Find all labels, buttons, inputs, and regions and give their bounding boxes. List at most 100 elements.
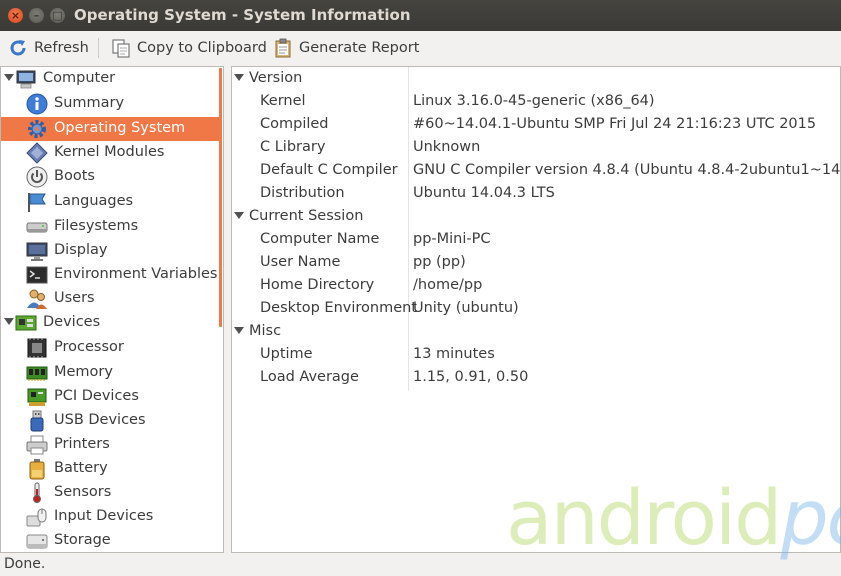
sidebar-item-boots[interactable]: Boots: [1, 165, 219, 189]
info-value: 13 minutes: [413, 346, 495, 362]
info-row[interactable]: C Library Unknown: [232, 136, 840, 159]
minimize-icon: –: [33, 9, 40, 22]
sidebar-group-label: Computer: [43, 70, 116, 86]
sidebar-item-label: Printers: [54, 436, 110, 452]
sidebar-item-storage[interactable]: Storage: [1, 529, 219, 552]
info-value: pp (pp): [413, 254, 466, 270]
sidebar-item-label: Sensors: [54, 484, 112, 500]
expander-icon[interactable]: [4, 74, 14, 81]
refresh-icon: [8, 38, 28, 58]
info-row[interactable]: Distribution Ubuntu 14.04.3 LTS: [232, 182, 840, 205]
info-row[interactable]: User Name pp (pp): [232, 251, 840, 274]
info-key: Compiled: [260, 116, 329, 132]
info-row[interactable]: Home Directory /home/pp: [232, 274, 840, 297]
minimize-window-button[interactable]: –: [29, 8, 44, 23]
drive-icon: [26, 216, 48, 238]
sidebar-item-processor[interactable]: Processor: [1, 336, 219, 360]
sidebar-item-kernel-modules[interactable]: Kernel Modules: [1, 141, 219, 165]
sidebar-item-users[interactable]: Users: [1, 287, 219, 311]
info-key: User Name: [260, 254, 341, 270]
sidebar-item-filesystems[interactable]: Filesystems: [1, 215, 219, 239]
printer-icon: [26, 434, 48, 456]
window-title: Operating System - System Information: [74, 6, 411, 24]
sidebar-item-label: Summary: [54, 95, 125, 111]
info-value: Unknown: [413, 139, 481, 155]
sidebar-tree[interactable]: Computer Summary Operating System Kernel…: [0, 66, 224, 553]
copy-label: Copy to Clipboard: [137, 40, 267, 56]
copy-to-clipboard-button[interactable]: Copy to Clipboard: [111, 35, 267, 61]
close-window-button[interactable]: ×: [8, 8, 23, 23]
info-value: GNU C Compiler version 4.8.4 (Ubuntu 4.8…: [413, 162, 841, 178]
sidebar-scrollbar[interactable]: [219, 68, 222, 327]
expander-icon[interactable]: [234, 327, 244, 334]
info-row[interactable]: Default C Compiler GNU C Compiler versio…: [232, 159, 840, 182]
info-value: Ubuntu 14.04.3 LTS: [413, 185, 555, 201]
sidebar-item-battery[interactable]: Battery: [1, 457, 219, 481]
status-bar-text: Done.: [4, 556, 46, 572]
sidebar-group-devices[interactable]: Devices: [1, 311, 219, 335]
info-row[interactable]: Compiled #60~14.04.1-Ubuntu SMP Fri Jul …: [232, 113, 840, 136]
sidebar-item-label: USB Devices: [54, 412, 146, 428]
info-key: Kernel: [260, 93, 306, 109]
computer-icon: [15, 68, 37, 90]
sidebar-item-summary[interactable]: Summary: [1, 92, 219, 116]
info-value: Unity (ubuntu): [413, 300, 519, 316]
sidebar-item-operating-system[interactable]: Operating System: [1, 117, 219, 141]
generate-report-button[interactable]: Generate Report: [273, 35, 419, 61]
sidebar-group-computer[interactable]: Computer: [1, 67, 219, 91]
sidebar-item-label: Battery: [54, 460, 108, 476]
sidebar-item-display[interactable]: Display: [1, 239, 219, 263]
sidebar-item-input-devices[interactable]: Input Devices: [1, 505, 219, 529]
refresh-button[interactable]: Refresh: [8, 35, 89, 61]
power-icon: [26, 166, 48, 188]
info-key: Load Average: [260, 369, 359, 385]
group-row-current-session[interactable]: Current Session: [232, 205, 840, 228]
group-label: Version: [249, 70, 303, 86]
mouse-icon: [26, 506, 48, 528]
info-value: /home/pp: [413, 277, 483, 293]
group-row-version[interactable]: Version: [232, 67, 840, 90]
info-value: pp-Mini-PC: [413, 231, 491, 247]
info-key: C Library: [260, 139, 326, 155]
info-key: Desktop Environment: [260, 300, 417, 316]
info-row[interactable]: Computer Name pp-Mini-PC: [232, 228, 840, 251]
sidebar-item-sensors[interactable]: Sensors: [1, 481, 219, 505]
info-row[interactable]: Desktop Environment Unity (ubuntu): [232, 297, 840, 320]
sidebar-item-languages[interactable]: Languages: [1, 190, 219, 214]
expander-icon[interactable]: [234, 74, 244, 81]
expander-icon[interactable]: [234, 212, 244, 219]
pci-icon: [26, 386, 48, 408]
sidebar-item-label: Operating System: [54, 120, 186, 136]
sidebar-item-pci-devices[interactable]: PCI Devices: [1, 385, 219, 409]
sidebar-item-label: Kernel Modules: [54, 144, 165, 160]
sidebar-item-label: Processor: [54, 339, 124, 355]
info-row[interactable]: Kernel Linux 3.16.0-45-generic (x86_64): [232, 90, 840, 113]
group-label: Current Session: [249, 208, 364, 224]
sidebar-item-label: PCI Devices: [54, 388, 139, 404]
expander-icon[interactable]: [4, 318, 14, 325]
memory-icon: [26, 362, 48, 384]
thermometer-icon: [26, 482, 48, 504]
group-label: Misc: [249, 323, 282, 339]
sidebar-item-usb-devices[interactable]: USB Devices: [1, 409, 219, 433]
sidebar-item-label: Memory: [54, 364, 113, 380]
users-icon: [26, 288, 48, 310]
info-key: Home Directory: [260, 277, 375, 293]
close-icon: ×: [10, 9, 21, 22]
sidebar-item-printers[interactable]: Printers: [1, 433, 219, 457]
info-row[interactable]: Uptime 13 minutes: [232, 343, 840, 366]
maximize-window-button[interactable]: □: [50, 8, 65, 23]
sidebar-item-environment-variables[interactable]: Environment Variables: [1, 263, 219, 287]
group-row-misc[interactable]: Misc: [232, 320, 840, 343]
watermark-part-1: android: [506, 473, 782, 562]
battery-icon: [26, 458, 48, 480]
info-key: Uptime: [260, 346, 313, 362]
usb-icon: [26, 410, 48, 432]
info-key: Computer Name: [260, 231, 380, 247]
info-row[interactable]: Load Average 1.15, 0.91, 0.50: [232, 366, 840, 389]
report-label: Generate Report: [299, 40, 420, 56]
toolbar: Refresh Copy to Clipboard Generate Repor…: [0, 31, 841, 64]
storage-icon: [26, 530, 48, 552]
sidebar-item-memory[interactable]: Memory: [1, 361, 219, 385]
refresh-label: Refresh: [34, 40, 89, 56]
